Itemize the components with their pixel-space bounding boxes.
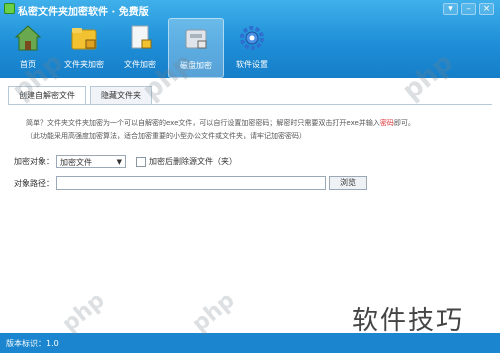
home-icon xyxy=(14,25,42,51)
description-line-2: （此功能采用高强度加密算法，适合加密重要的小型办公文件或文件夹，请牢记加密密码） xyxy=(26,132,306,140)
encrypt-object-select[interactable]: 加密文件 ▼ xyxy=(56,155,126,168)
close-button[interactable]: × xyxy=(479,3,494,15)
object-path-row: 对象路径： 浏览 xyxy=(14,176,367,190)
tab-divider xyxy=(8,104,492,105)
description: 简单？文件夹文件夹加密为一个可以自解密的exe文件，可以自行设置加密密码；解密时… xyxy=(26,117,415,143)
delete-source-label: 加密后删除源文件（夹） xyxy=(149,157,237,166)
watermark: php xyxy=(57,287,110,338)
object-path-input[interactable] xyxy=(56,176,326,190)
encrypt-object-row: 加密对象： 加密文件 ▼ 加密后删除源文件（夹） xyxy=(14,155,237,168)
minimize-button[interactable]: – xyxy=(461,3,476,15)
chevron-down-icon: ▼ xyxy=(116,158,122,166)
file-lock-icon xyxy=(131,25,152,49)
encrypt-object-label: 加密对象： xyxy=(14,157,54,166)
description-highlight: 密码 xyxy=(379,119,394,127)
app-logo-icon xyxy=(4,3,15,14)
browse-button[interactable]: 浏览 xyxy=(329,176,367,190)
object-path-label: 对象路径： xyxy=(14,178,54,188)
gear-icon xyxy=(240,26,264,50)
window-controls: ▾ – × xyxy=(443,3,494,15)
toolbar-settings-label: 软件设置 xyxy=(236,60,268,69)
window-title: 私密文件夹加密软件 · 免费版 xyxy=(18,7,149,18)
status-text: 版本标识：1.0 xyxy=(6,339,59,348)
toolbar-settings[interactable]: 软件设置 xyxy=(224,18,280,78)
app-window: 私密文件夹加密软件 · 免费版 ▾ – × 首页 文件夹加密 文件加密 磁盘加密… xyxy=(0,0,500,353)
menu-dropdown-button[interactable]: ▾ xyxy=(443,3,458,15)
delete-source-checkbox[interactable] xyxy=(136,156,146,167)
disk-lock-icon xyxy=(185,29,207,49)
description-line-1: 简单？文件夹文件夹加密为一个可以自解密的exe文件，可以自行设置加密密码；解密时… xyxy=(26,117,415,130)
description-line-1-text: 简单？文件夹文件夹加密为一个可以自解密的exe文件，可以自行设置加密密码；解密时… xyxy=(26,119,380,127)
encrypt-object-value: 加密文件 xyxy=(60,158,92,167)
folder-lock-icon xyxy=(71,28,97,50)
watermark-bottom-text: 软件技巧 xyxy=(352,306,465,336)
description-line-1-suffix: 即可。 xyxy=(393,119,415,127)
watermark: php xyxy=(187,287,240,338)
